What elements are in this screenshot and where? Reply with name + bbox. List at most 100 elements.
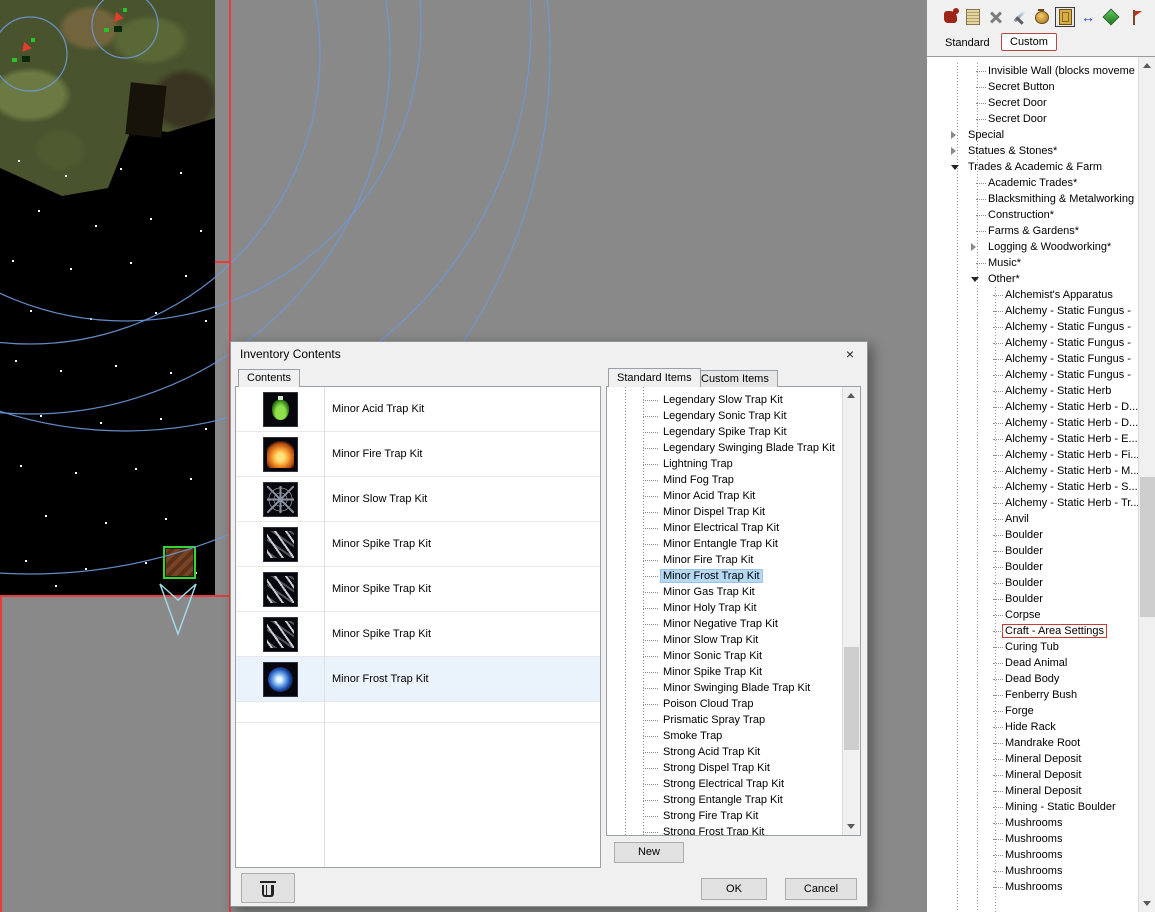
- paint-triggers-button[interactable]: [986, 7, 1006, 27]
- chevron-down-icon[interactable]: [971, 277, 979, 282]
- palette-item-row[interactable]: Minor Slow Trap Kit: [607, 632, 843, 648]
- inventory-row[interactable]: Minor Spike Trap Kit: [236, 612, 600, 657]
- palette-tree-item[interactable]: Fenberry Bush: [927, 687, 1139, 703]
- palette-item-row[interactable]: Strong Entangle Trap Kit: [607, 792, 843, 808]
- chevron-right-icon[interactable]: [951, 131, 956, 139]
- palette-tree-item[interactable]: Secret Door: [927, 111, 1139, 127]
- paint-merchants-button[interactable]: [1032, 7, 1052, 27]
- paint-encounters-button[interactable]: [1101, 7, 1121, 27]
- paint-sounds-button[interactable]: ↔: [1078, 7, 1098, 27]
- palette-tree-item[interactable]: Alchemy - Static Herb - Fi...: [927, 447, 1139, 463]
- palette-item-row[interactable]: Minor Entangle Trap Kit: [607, 536, 843, 552]
- dialog-titlebar[interactable]: Inventory Contents ×: [231, 342, 867, 366]
- placed-trap[interactable]: [163, 546, 196, 579]
- palette-item-row[interactable]: Poison Cloud Trap: [607, 696, 843, 712]
- palette-tree-item[interactable]: Blacksmithing & Metalworking: [927, 191, 1139, 207]
- palette-item-row[interactable]: Minor Negative Trap Kit: [607, 616, 843, 632]
- palette-tab-custom[interactable]: Custom: [1001, 33, 1057, 51]
- palette-item-row[interactable]: Minor Electrical Trap Kit: [607, 520, 843, 536]
- chevron-down-icon[interactable]: [951, 165, 959, 170]
- palette-tree-item[interactable]: Alchemy - Static Herb - M...: [927, 463, 1139, 479]
- creature-marker[interactable]: [12, 36, 40, 64]
- palette-tree-item[interactable]: Mineral Deposit: [927, 767, 1139, 783]
- palette-tree-item[interactable]: Alchemy - Static Fungus -: [927, 335, 1139, 351]
- palette-tree-item[interactable]: Mushrooms: [927, 815, 1139, 831]
- palette-tree-item[interactable]: Boulder: [927, 559, 1139, 575]
- palette-tree-item[interactable]: Special: [927, 127, 1139, 143]
- palette-item-row[interactable]: Legendary Sonic Trap Kit: [607, 408, 843, 424]
- palette-tree-item[interactable]: Forge: [927, 703, 1139, 719]
- palette-tree-item[interactable]: Music*: [927, 255, 1139, 271]
- close-button[interactable]: ×: [833, 342, 867, 366]
- paint-placeables-button[interactable]: [1055, 7, 1075, 27]
- palette-tree-item[interactable]: Boulder: [927, 591, 1139, 607]
- palette-item-row[interactable]: Minor Gas Trap Kit: [607, 584, 843, 600]
- palette-tab-standard[interactable]: Standard: [941, 36, 994, 50]
- delete-button[interactable]: [241, 873, 295, 903]
- inventory-row[interactable]: Minor Spike Trap Kit: [236, 567, 600, 612]
- ok-button[interactable]: OK: [701, 878, 767, 900]
- palette-tree-item[interactable]: Statues & Stones*: [927, 143, 1139, 159]
- palette-item-row[interactable]: Lightning Trap: [607, 456, 843, 472]
- palette-tree-item[interactable]: Construction*: [927, 207, 1139, 223]
- palette-item-row[interactable]: Legendary Spike Trap Kit: [607, 424, 843, 440]
- palette-tree-item[interactable]: Alchemy - Static Herb - D...: [927, 399, 1139, 415]
- paint-creatures-button[interactable]: [940, 7, 960, 27]
- palette-tree-item[interactable]: Logging & Woodworking*: [927, 239, 1139, 255]
- palette-tree-item[interactable]: Alchemy - Static Herb - D...: [927, 415, 1139, 431]
- palette-tree-item[interactable]: Alchemy - Static Herb - Tr...: [927, 495, 1139, 511]
- palette-tree-item[interactable]: Invisible Wall (blocks moveme: [927, 63, 1139, 79]
- chevron-right-icon[interactable]: [951, 147, 956, 155]
- paint-start-location-button[interactable]: [1124, 7, 1144, 27]
- inventory-row[interactable]: Minor Spike Trap Kit: [236, 522, 600, 567]
- palette-tree-item[interactable]: Boulder: [927, 543, 1139, 559]
- tab-standard-items[interactable]: Standard Items: [608, 368, 701, 387]
- palette-item-row[interactable]: Strong Frost Trap Kit: [607, 824, 843, 835]
- palette-tree-item[interactable]: Mining - Static Boulder: [927, 799, 1139, 815]
- inventory-row[interactable]: Minor Fire Trap Kit: [236, 432, 600, 477]
- palette-tree-item[interactable]: Mandrake Root: [927, 735, 1139, 751]
- palette-tree-item[interactable]: Boulder: [927, 527, 1139, 543]
- cancel-button[interactable]: Cancel: [785, 878, 857, 900]
- creature-marker[interactable]: [104, 6, 132, 34]
- inventory-row[interactable]: Minor Acid Trap Kit: [236, 387, 600, 432]
- palette-tree-item[interactable]: Dead Body: [927, 671, 1139, 687]
- tab-custom-items[interactable]: Custom Items: [692, 370, 778, 387]
- palette-tree-item[interactable]: Craft - Area Settings: [927, 623, 1139, 639]
- palette-item-row[interactable]: Minor Fire Trap Kit: [607, 552, 843, 568]
- palette-tree-item[interactable]: Alchemist's Apparatus: [927, 287, 1139, 303]
- item-palette-scrollbar[interactable]: [842, 387, 860, 835]
- palette-item-row[interactable]: Minor Acid Trap Kit: [607, 488, 843, 504]
- palette-tree-item[interactable]: Secret Door: [927, 95, 1139, 111]
- palette-tree-item[interactable]: Mushrooms: [927, 831, 1139, 847]
- palette-item-row[interactable]: Legendary Swinging Blade Trap Kit: [607, 440, 843, 456]
- palette-item-row[interactable]: Smoke Trap: [607, 728, 843, 744]
- palette-tree-item[interactable]: Mineral Deposit: [927, 783, 1139, 799]
- palette-item-row[interactable]: Legendary Slow Trap Kit: [607, 392, 843, 408]
- scrollbar-up-button[interactable]: [1139, 57, 1155, 74]
- palette-item-row[interactable]: Minor Dispel Trap Kit: [607, 504, 843, 520]
- palette-tree-item[interactable]: Secret Button: [927, 79, 1139, 95]
- palette-tree-item[interactable]: Mushrooms: [927, 847, 1139, 863]
- palette-item-row[interactable]: Minor Swinging Blade Trap Kit: [607, 680, 843, 696]
- palette-tree-item[interactable]: Dead Animal: [927, 655, 1139, 671]
- paint-waypoints-button[interactable]: [1009, 7, 1029, 27]
- palette-item-row[interactable]: Mind Fog Trap: [607, 472, 843, 488]
- paint-items-button[interactable]: [963, 7, 983, 27]
- palette-tree-item[interactable]: Mushrooms: [927, 863, 1139, 879]
- palette-item-row[interactable]: Prismatic Spray Trap: [607, 712, 843, 728]
- palette-tree-item[interactable]: Alchemy - Static Fungus -: [927, 303, 1139, 319]
- palette-tree-item[interactable]: Alchemy - Static Fungus -: [927, 367, 1139, 383]
- inventory-row[interactable]: Minor Slow Trap Kit: [236, 477, 600, 522]
- palette-item-row[interactable]: Minor Sonic Trap Kit: [607, 648, 843, 664]
- palette-tree-item[interactable]: Trades & Academic & Farm: [927, 159, 1139, 175]
- palette-tree-item[interactable]: Alchemy - Static Herb: [927, 383, 1139, 399]
- palette-tree-item[interactable]: Curing Tub: [927, 639, 1139, 655]
- palette-tree-item[interactable]: Alchemy - Static Herb - S...: [927, 479, 1139, 495]
- palette-tree-item[interactable]: Anvil: [927, 511, 1139, 527]
- inventory-row[interactable]: Minor Frost Trap Kit: [236, 657, 600, 702]
- palette-tree-item[interactable]: Farms & Gardens*: [927, 223, 1139, 239]
- chevron-right-icon[interactable]: [971, 243, 976, 251]
- palette-tree-item[interactable]: Alchemy - Static Herb - E...: [927, 431, 1139, 447]
- scrollbar-thumb[interactable]: [1140, 477, 1155, 617]
